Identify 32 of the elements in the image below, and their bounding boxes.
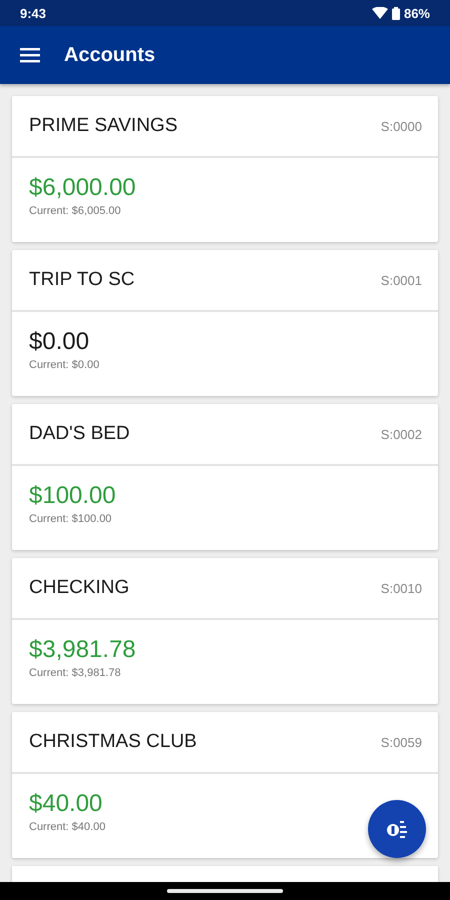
current-balance: Current: $40.00 — [29, 821, 106, 833]
current-balance: Current: $0.00 — [29, 359, 100, 371]
account-name: CHRISTMAS CLUB — [29, 731, 197, 753]
current-balance: Current: $3,981.78 — [29, 667, 121, 679]
battery-icon — [392, 6, 400, 20]
account-name: CHECKING — [29, 577, 130, 599]
current-balance: Current: $6,005.00 — [29, 205, 121, 217]
account-balance: $100.00 — [29, 482, 116, 510]
account-balance: $0.00 — [29, 328, 90, 356]
account-name: DAD'S BED — [29, 423, 130, 445]
account-name: TRIP TO SC — [29, 269, 135, 291]
page-title: Accounts — [64, 44, 156, 66]
account-card[interactable]: DAD'S BED S:0002 $100.00 Current: $100.00 — [12, 404, 438, 550]
wifi-icon — [372, 7, 388, 19]
battery-percent: 86% — [404, 6, 430, 20]
current-balance: Current: $100.00 — [29, 513, 112, 525]
account-code: S:0002 — [380, 426, 422, 442]
account-code: S:0001 — [380, 272, 422, 288]
coin-icon — [386, 819, 408, 839]
account-balance: $40.00 — [29, 790, 102, 818]
account-balance: $6,000.00 — [29, 174, 136, 202]
account-code: S:0059 — [380, 734, 422, 750]
account-card[interactable]: CHRISTMAS CLUB S:0059 $40.00 Current: $40.00 — [12, 712, 438, 858]
account-card[interactable]: PRIME SAVINGS S:0000 $6,000.00 Current: $6,005.00 — [12, 96, 438, 242]
status-time: 9:43 — [20, 6, 46, 20]
account-code: S:0010 — [380, 580, 422, 596]
account-name: PRIME SAVINGS — [29, 115, 178, 137]
account-balance: $3,981.78 — [29, 636, 136, 664]
account-card[interactable]: CHECKING S:0010 $3,981.78 Current: $3,981.78 — [12, 558, 438, 704]
account-card[interactable]: TRIP TO SC S:0001 $0.00 Current: $0.00 — [12, 250, 438, 396]
menu-icon[interactable] — [20, 47, 40, 63]
account-code: S:0000 — [380, 118, 422, 134]
